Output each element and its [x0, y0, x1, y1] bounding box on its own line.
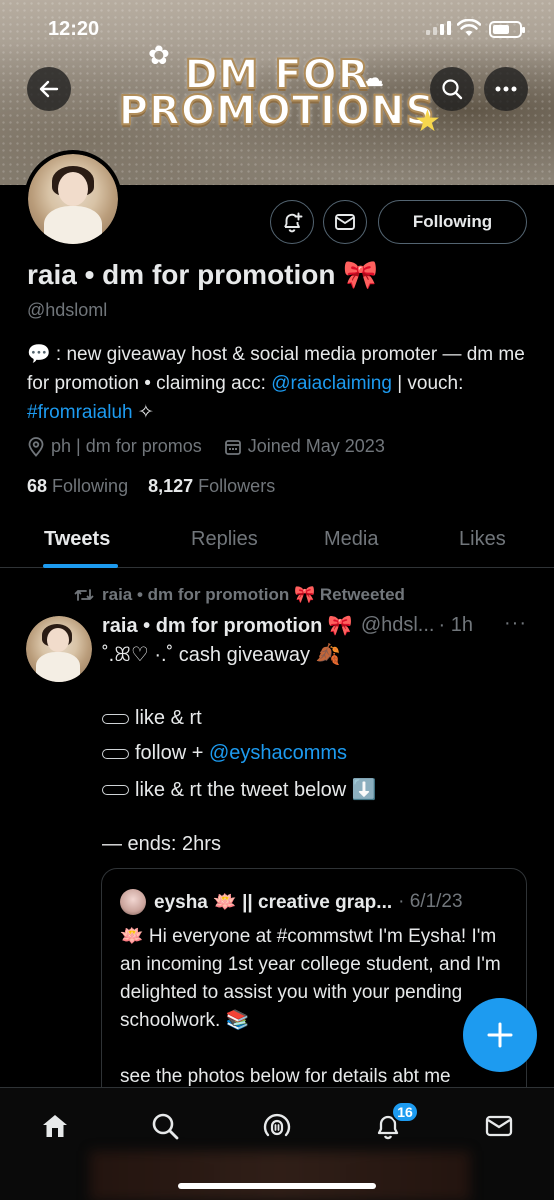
bullet-pill-icon — [102, 748, 129, 759]
arrow-left-icon — [39, 80, 59, 98]
bio-mention-link[interactable]: @raiaclaiming — [271, 373, 392, 394]
wifi-icon — [457, 19, 481, 36]
profile-joined: Joined May 2023 — [247, 436, 385, 456]
tweet-list-item: like & rt the tweet below ⬇️ — [102, 777, 377, 802]
tweet-author-avatar[interactable] — [26, 616, 92, 682]
quoted-body-paragraph: 🪷 Hi everyone at #commstwt I'm Eysha! I'… — [120, 926, 501, 1031]
cellular-signal-icon — [426, 21, 451, 35]
profile-tabs: Tweets Replies Media Likes — [0, 510, 554, 568]
tab-tweets[interactable]: Tweets — [44, 528, 110, 551]
envelope-icon — [335, 214, 355, 230]
battery-icon — [489, 21, 525, 38]
bullet-pill-icon — [102, 784, 129, 795]
calendar-icon — [224, 439, 241, 455]
bio-text-middle: | vouch: — [391, 373, 464, 394]
search-button[interactable] — [430, 67, 474, 111]
retweet-label: raia • dm for promotion 🎀 Retweeted — [102, 585, 405, 604]
following-link[interactable]: 68 Following — [27, 476, 128, 496]
profile-meta: ph | dm for promos Joined May 2023 — [27, 436, 407, 457]
status-bar: 12:20 — [0, 0, 554, 58]
spaces-microphone-icon — [263, 1113, 291, 1137]
message-button[interactable] — [323, 200, 367, 244]
tab-replies[interactable]: Replies — [191, 528, 258, 551]
profile-handle: @hdsloml — [27, 300, 108, 320]
back-button[interactable] — [27, 67, 71, 111]
location-pin-icon — [28, 436, 44, 457]
retweet-context[interactable]: raia • dm for promotion 🎀 Retweeted — [74, 585, 405, 605]
nav-messages[interactable] — [479, 1106, 519, 1146]
tweet-list-item: like & rt — [102, 707, 202, 730]
notify-bell-button[interactable] — [270, 200, 314, 244]
tweet-author-handle[interactable]: @hdsl... — [361, 614, 435, 637]
tweet-author-name[interactable]: raia • dm for promotion 🎀 — [102, 613, 353, 638]
quoted-tweet-header: eysha 🪷 || creative grap... · 6/1/23 — [120, 889, 463, 915]
quoted-author-avatar — [120, 889, 146, 915]
star-decoration-icon: ★ — [414, 105, 441, 138]
profile-avatar[interactable] — [24, 150, 122, 248]
envelope-icon — [485, 1115, 513, 1137]
home-icon — [43, 1115, 67, 1137]
nav-search[interactable] — [145, 1106, 185, 1146]
tweet-header: raia • dm for promotion 🎀 @hdsl... · 1h — [102, 613, 473, 638]
nav-spaces[interactable] — [257, 1106, 297, 1146]
tweet-item-text: follow + — [135, 742, 204, 764]
tweet-ends-line: — ends: 2hrs — [102, 833, 221, 855]
home-indicator[interactable] — [178, 1183, 376, 1189]
underlying-content-blur — [90, 1151, 470, 1200]
tweet-time[interactable]: · 1h — [438, 614, 472, 637]
tab-media[interactable]: Media — [324, 528, 378, 551]
followers-label: Followers — [198, 476, 276, 496]
more-horizontal-icon — [495, 86, 517, 92]
status-time: 12:20 — [48, 18, 100, 40]
profile-location: ph | dm for promos — [51, 436, 202, 456]
search-icon — [442, 79, 463, 100]
bullet-pill-icon — [102, 713, 129, 724]
compose-tweet-button[interactable] — [463, 998, 537, 1072]
nav-home[interactable] — [35, 1106, 75, 1146]
quoted-tweet-body: 🪷 Hi everyone at #commstwt I'm Eysha! I'… — [120, 923, 515, 1091]
bell-plus-icon — [284, 212, 303, 233]
search-icon — [152, 1113, 179, 1140]
quoted-author-name: eysha 🪷 || creative grap... — [154, 892, 393, 913]
follow-counts: 68 Following 8,127 Followers — [27, 476, 275, 497]
tweet-mention-link[interactable]: @eyshacomms — [209, 742, 347, 765]
bio-text-suffix: ✧ — [132, 402, 154, 423]
active-tab-indicator — [43, 564, 118, 568]
followers-count: 8,127 — [148, 476, 194, 496]
profile-name: raia • dm for promotion 🎀 — [27, 259, 379, 290]
tweet-item-text: like & rt the tweet below ⬇️ — [135, 779, 377, 801]
tweet-item-text: like & rt — [135, 707, 202, 729]
more-options-button[interactable] — [484, 67, 528, 111]
following-count: 68 — [27, 476, 48, 496]
following-label: Following — [52, 476, 129, 496]
retweet-icon — [74, 589, 94, 601]
profile-bio: 💬 : new giveaway host & social media pro… — [27, 340, 532, 427]
notifications-badge: 16 — [391, 1101, 419, 1123]
plus-icon — [487, 1022, 513, 1048]
tweet-list-item: follow + @eyshacomms — [102, 742, 347, 765]
tweet-more-button[interactable]: ··· — [504, 612, 527, 635]
following-button[interactable]: Following — [378, 200, 527, 244]
tweet-line-title: ˚.ꕤ♡ ·.˚ cash giveaway 🍂 — [102, 644, 341, 666]
followers-link[interactable]: 8,127 Followers — [148, 476, 275, 496]
bio-hashtag-link[interactable]: #fromraialuh — [27, 402, 133, 423]
quoted-tweet-date: · 6/1/23 — [398, 891, 463, 912]
tab-likes[interactable]: Likes — [459, 528, 506, 551]
